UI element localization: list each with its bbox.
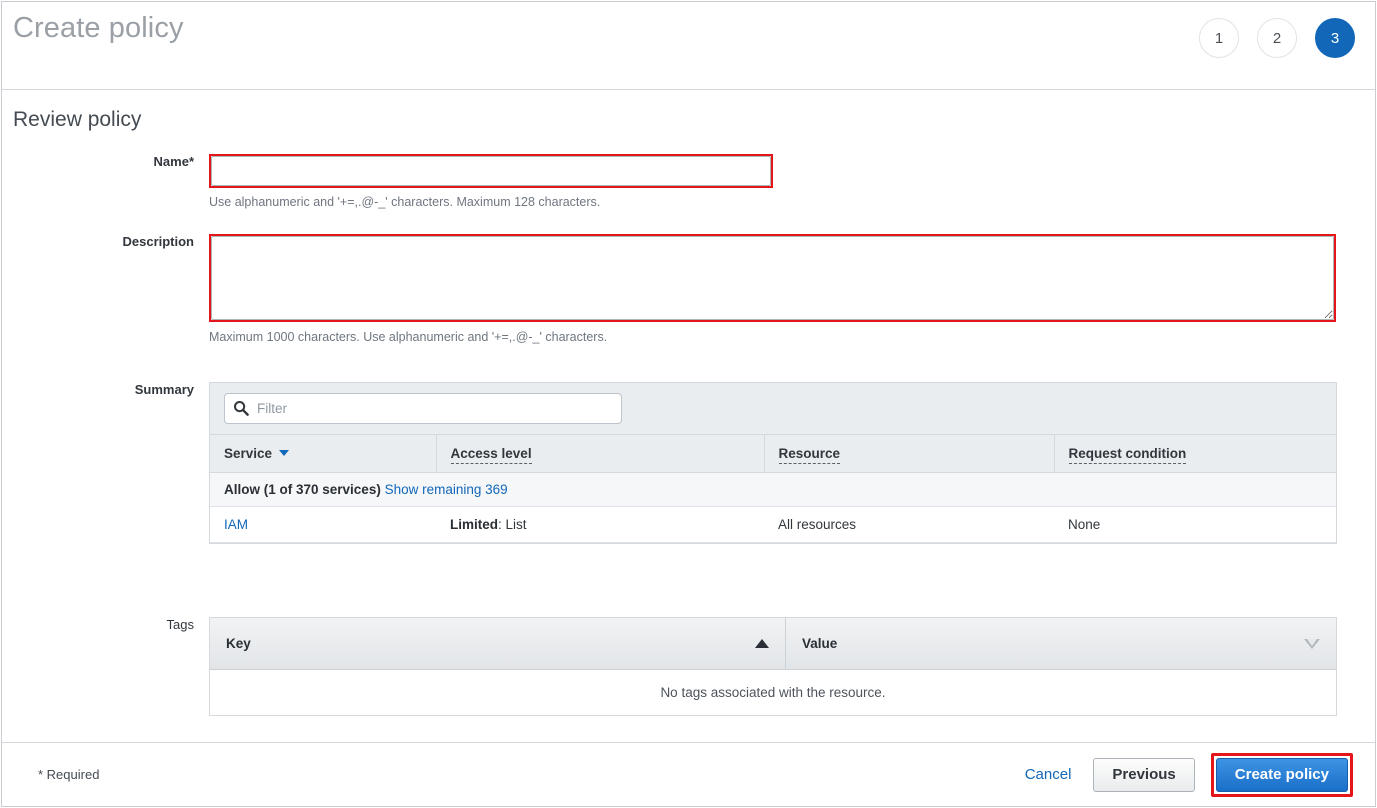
footer-actions: Cancel Previous Create policy [1019, 752, 1353, 797]
service-link-iam[interactable]: IAM [224, 517, 248, 532]
create-policy-highlight-box: Create policy [1210, 752, 1353, 797]
cell-resource: All resources [764, 506, 1054, 543]
description-label: Description [122, 234, 194, 249]
cancel-button[interactable]: Cancel [1019, 762, 1078, 787]
summary-label: Summary [134, 382, 194, 397]
summary-panel: Service Access level Resource Request co… [209, 382, 1337, 544]
sort-desc-icon [279, 450, 290, 456]
summary-filter-bar [210, 383, 1336, 435]
column-header-value[interactable]: Value [786, 618, 1336, 669]
column-header-request-condition[interactable]: Request condition [1054, 435, 1336, 473]
summary-table-header-row: Service Access level Resource Request co… [210, 435, 1336, 473]
name-row: Name* Use alphanumeric and '+=,.@-_' cha… [2, 154, 1375, 209]
access-level-category: Limited [450, 517, 499, 532]
name-helper-text: Use alphanumeric and '+=,.@-_' character… [209, 195, 601, 209]
section-title: Review policy [13, 108, 142, 131]
table-row: IAM Limited: List All resources None [210, 506, 1336, 543]
sort-none-icon [1304, 638, 1320, 649]
summary-filter-input[interactable] [224, 393, 622, 424]
column-header-value-label: Value [802, 636, 838, 651]
page-frame: Create policy 1 2 3 Review policy Name* … [1, 1, 1376, 807]
tags-label: Tags [166, 617, 194, 632]
summary-group-cell: Allow (1 of 370 services) Show remaining… [210, 472, 1336, 507]
wizard-step-1[interactable]: 1 [1199, 18, 1239, 58]
description-textarea[interactable] [211, 236, 1334, 320]
sort-asc-icon [755, 639, 769, 648]
cell-request-condition: None [1054, 506, 1336, 543]
tags-row: Tags Key Value No tags associated with t… [2, 617, 1375, 716]
description-helper-text: Maximum 1000 characters. Use alphanumeri… [209, 330, 608, 344]
access-level-detail: : List [498, 517, 527, 532]
column-header-request-condition-label: Request condition [1068, 446, 1187, 464]
wizard-step-2[interactable]: 2 [1257, 18, 1297, 58]
column-header-resource-label: Resource [778, 446, 841, 464]
column-header-service-label: Service [224, 446, 273, 461]
wizard-header: Create policy 1 2 3 [2, 2, 1375, 90]
column-header-key[interactable]: Key [210, 618, 786, 669]
footer-bar: * Required Cancel Previous Create policy [2, 742, 1375, 806]
required-note: * Required [38, 767, 100, 782]
tags-panel: Key Value No tags associated with the re… [209, 617, 1337, 716]
column-header-access-level-label: Access level [450, 446, 532, 464]
tags-empty-message: No tags associated with the resource. [210, 670, 1336, 715]
show-remaining-link[interactable]: Show remaining 369 [385, 482, 508, 497]
tags-table-header-row: Key Value [210, 618, 1336, 670]
column-header-access-level[interactable]: Access level [436, 435, 765, 473]
column-header-service[interactable]: Service [210, 435, 437, 473]
summary-group-row: Allow (1 of 370 services) Show remaining… [210, 472, 1336, 507]
previous-button[interactable]: Previous [1093, 757, 1195, 792]
description-highlight-box [209, 234, 1336, 322]
create-policy-button[interactable]: Create policy [1215, 757, 1348, 792]
allow-services-count: Allow (1 of 370 services) [224, 482, 381, 497]
wizard-step-3[interactable]: 3 [1315, 18, 1355, 58]
cell-access-level: Limited: List [436, 506, 764, 543]
description-row: Description Maximum 1000 characters. Use… [2, 234, 1375, 344]
summary-table: Service Access level Resource Request co… [210, 435, 1336, 543]
content-area: Review policy Name* Use alphanumeric and… [2, 90, 1375, 744]
cell-service: IAM [210, 506, 436, 543]
name-label: Name* [153, 154, 194, 169]
name-input[interactable] [211, 156, 771, 186]
page-title: Create policy [13, 12, 184, 44]
column-header-key-label: Key [226, 636, 251, 651]
summary-row: Summary Filter Service Access level Reso… [2, 382, 1375, 544]
wizard-step-indicator: 1 2 3 [1199, 18, 1355, 58]
name-highlight-box [209, 154, 773, 188]
column-header-resource[interactable]: Resource [764, 435, 1055, 473]
